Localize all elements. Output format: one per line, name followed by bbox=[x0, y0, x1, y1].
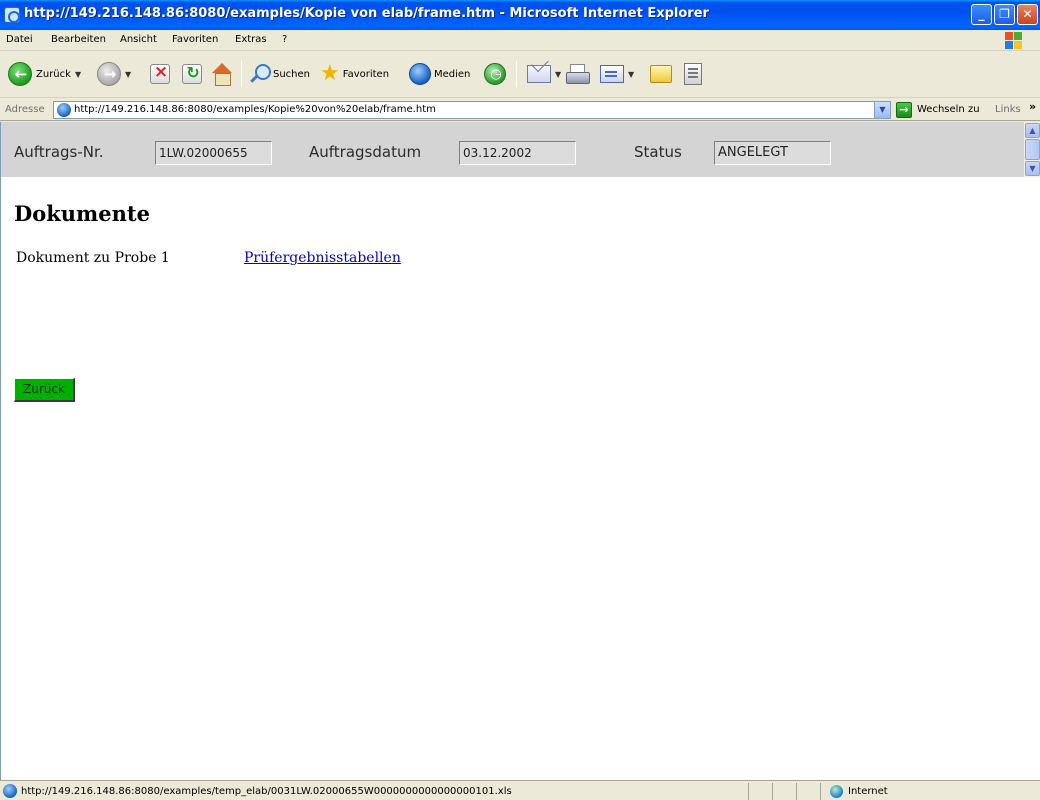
edit-icon bbox=[600, 65, 624, 83]
toolbar-separator bbox=[241, 61, 242, 87]
scroll-down-icon[interactable]: ▼ bbox=[1025, 161, 1040, 176]
header-frame-scrollbar[interactable]: ▲ ▼ bbox=[1024, 122, 1040, 177]
status-text: http://149.216.148.86:8080/examples/temp… bbox=[21, 786, 512, 797]
address-url[interactable]: http://149.216.148.86:8080/examples/Kopi… bbox=[74, 104, 436, 115]
forward-arrow-icon: → bbox=[97, 62, 121, 86]
back-arrow-icon: ← bbox=[8, 62, 32, 86]
order-no-label: Auftrags-Nr. bbox=[14, 143, 104, 161]
favorites-label: Favoriten bbox=[342, 68, 390, 80]
print-icon bbox=[565, 64, 590, 84]
stop-icon bbox=[150, 62, 171, 84]
close-button[interactable]: ✕ bbox=[1017, 4, 1038, 25]
status-cell bbox=[748, 783, 772, 800]
menu-datei[interactable]: Datei bbox=[6, 34, 33, 45]
forward-button[interactable]: → ▼ bbox=[97, 60, 131, 88]
document-label: Dokument zu Probe 1 bbox=[16, 250, 170, 266]
maximize-button[interactable]: ❐ bbox=[994, 4, 1015, 25]
menu-ansicht[interactable]: Ansicht bbox=[120, 34, 157, 45]
menu-bar: Datei Bearbeiten Ansicht Favoriten Extra… bbox=[0, 30, 1040, 51]
ie-page-icon bbox=[57, 103, 71, 117]
title-bar[interactable]: http://149.216.148.86:8080/examples/Kopi… bbox=[0, 0, 1040, 30]
order-no-field[interactable]: 1LW.02000655 bbox=[155, 141, 272, 165]
refresh-icon bbox=[182, 63, 203, 84]
menu-extras[interactable]: Extras bbox=[235, 34, 267, 45]
forward-dropdown-icon[interactable]: ▼ bbox=[125, 70, 131, 79]
print-button[interactable] bbox=[565, 60, 590, 88]
links-chevron-icon[interactable]: » bbox=[1029, 100, 1036, 113]
home-button[interactable] bbox=[211, 60, 233, 88]
menu-help[interactable]: ? bbox=[282, 34, 287, 45]
messenger-button[interactable] bbox=[684, 60, 702, 88]
order-date-field[interactable]: 03.12.2002 bbox=[459, 141, 576, 165]
go-button[interactable]: Wechseln zu bbox=[917, 104, 980, 115]
address-bar: Adresse http://149.216.148.86:8080/examp… bbox=[0, 99, 1040, 121]
document-link[interactable]: Prüfergebnisstabellen bbox=[244, 250, 401, 266]
browser-window: http://149.216.148.86:8080/examples/Kopi… bbox=[0, 0, 1040, 800]
mail-button[interactable]: ▼ bbox=[527, 60, 561, 88]
minimize-button[interactable]: _ bbox=[971, 4, 992, 25]
status-field[interactable]: ANGELEGT bbox=[714, 141, 831, 165]
order-header-frame: Auftrags-Nr. 1LW.02000655 Auftragsdatum … bbox=[1, 122, 1024, 177]
status-cell bbox=[796, 783, 820, 800]
links-label[interactable]: Links bbox=[995, 104, 1021, 115]
favorites-button[interactable]: ★ Favoriten bbox=[320, 60, 389, 88]
search-label: Suchen bbox=[273, 68, 311, 80]
back-page-button[interactable]: Zurück bbox=[14, 378, 75, 402]
page-content: Auftrags-Nr. 1LW.02000655 Auftragsdatum … bbox=[0, 122, 1040, 780]
edit-button[interactable]: ▼ bbox=[600, 60, 634, 88]
order-date-label: Auftragsdatum bbox=[309, 143, 422, 161]
scroll-thumb[interactable] bbox=[1025, 139, 1040, 160]
home-icon bbox=[211, 63, 233, 86]
menu-favoriten[interactable]: Favoriten bbox=[172, 34, 218, 45]
windows-logo-icon bbox=[1004, 31, 1022, 49]
scroll-up-icon[interactable]: ▲ bbox=[1025, 123, 1040, 138]
address-input[interactable]: http://149.216.148.86:8080/examples/Kopi… bbox=[53, 101, 891, 119]
folder-button[interactable] bbox=[650, 60, 672, 88]
refresh-button[interactable] bbox=[182, 60, 203, 88]
media-icon bbox=[409, 63, 431, 85]
history-button[interactable] bbox=[484, 60, 507, 88]
address-label: Adresse bbox=[5, 104, 45, 115]
media-button[interactable]: Medien bbox=[409, 60, 470, 88]
internet-zone-icon bbox=[830, 785, 843, 798]
ie-page-icon bbox=[3, 784, 17, 798]
go-arrow-icon[interactable]: → bbox=[896, 102, 912, 118]
menu-bearbeiten[interactable]: Bearbeiten bbox=[51, 34, 106, 45]
media-label: Medien bbox=[434, 68, 471, 80]
status-zone: Internet bbox=[848, 786, 888, 797]
back-dropdown-icon[interactable]: ▼ bbox=[75, 70, 81, 79]
window-title: http://149.216.148.86:8080/examples/Kopi… bbox=[24, 6, 709, 21]
edit-dropdown-icon[interactable]: ▼ bbox=[628, 70, 634, 79]
favorites-star-icon: ★ bbox=[320, 61, 340, 86]
history-icon bbox=[484, 63, 507, 85]
standard-toolbar: ← Zurück ▼ → ▼ Suchen ★ Favoriten Medien bbox=[0, 52, 1040, 98]
mail-dropdown-icon[interactable]: ▼ bbox=[555, 70, 561, 79]
stop-button[interactable] bbox=[150, 60, 171, 88]
search-button[interactable]: Suchen bbox=[248, 60, 310, 88]
page-title: Dokumente bbox=[14, 201, 150, 226]
search-icon bbox=[248, 63, 271, 85]
messenger-icon bbox=[684, 63, 702, 85]
address-dropdown-icon[interactable]: ▼ bbox=[874, 102, 890, 118]
back-label: Zurück bbox=[36, 68, 71, 80]
status-bar: http://149.216.148.86:8080/examples/temp… bbox=[0, 780, 1040, 800]
toolbar-separator bbox=[516, 61, 517, 87]
mail-icon bbox=[527, 65, 551, 83]
back-button[interactable]: ← Zurück ▼ bbox=[8, 60, 81, 88]
status-label: Status bbox=[634, 143, 682, 161]
folder-icon bbox=[650, 65, 672, 83]
status-cell bbox=[772, 783, 796, 800]
ie-page-icon bbox=[4, 7, 20, 23]
